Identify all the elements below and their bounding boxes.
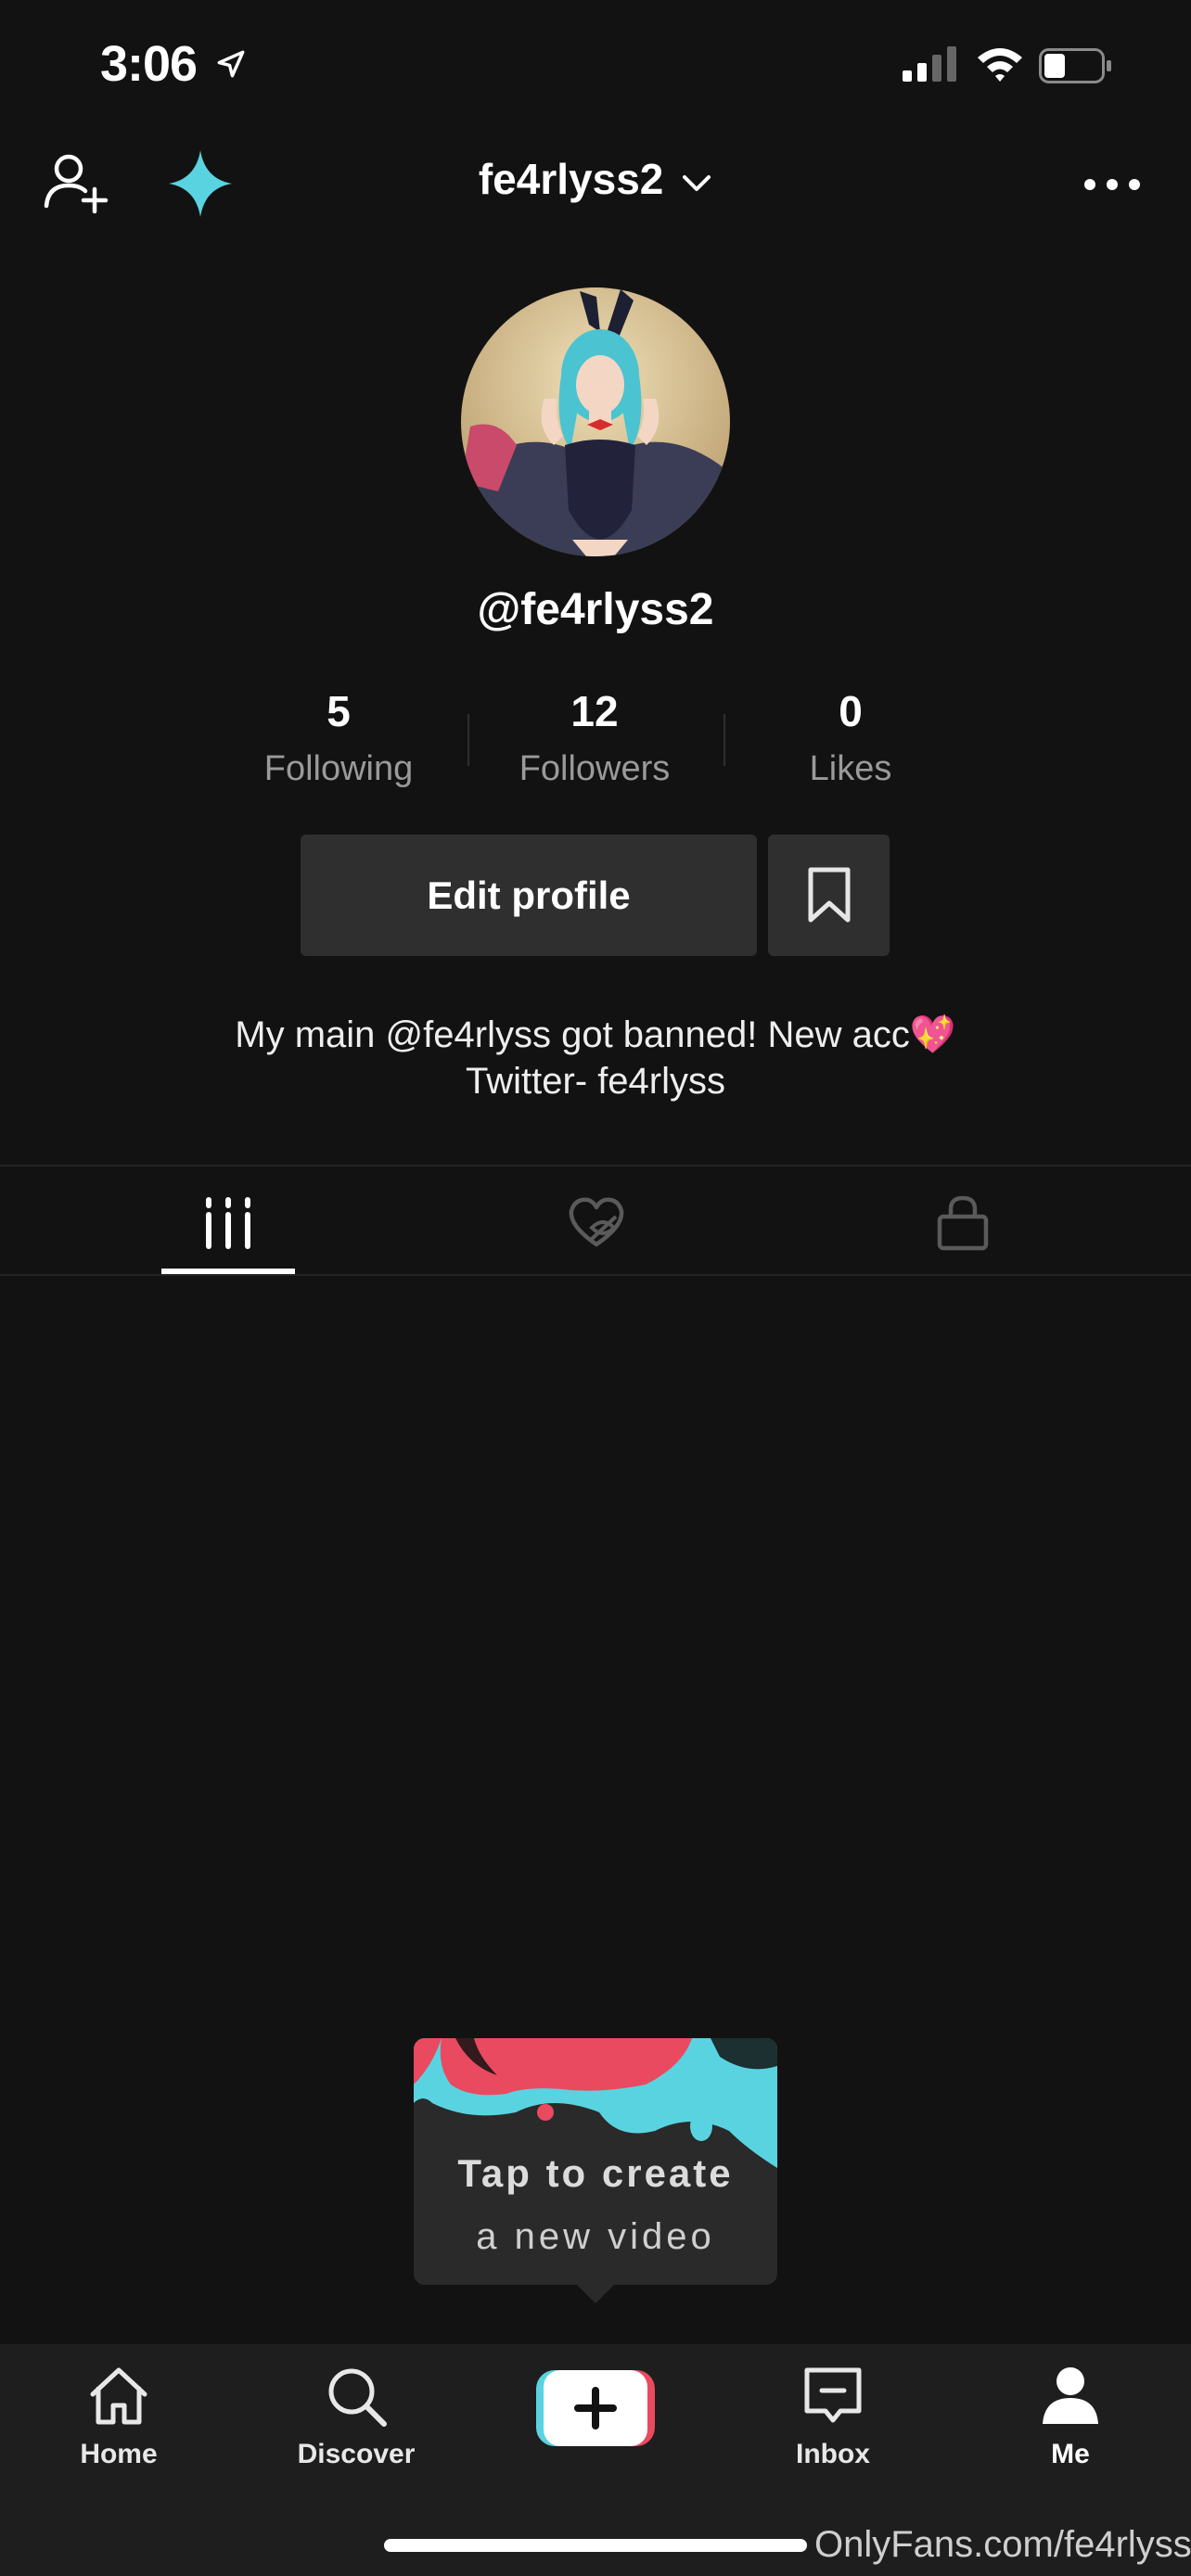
inbox-icon <box>804 2367 862 2423</box>
account-switcher[interactable]: fe4rlyss2 <box>0 154 1191 204</box>
bookmark-icon <box>808 867 850 922</box>
watermark-text: OnlyFans.com/fe4rlyss <box>814 2524 1191 2565</box>
nav-discover-label: Discover <box>297 2439 416 2469</box>
following-label: Following <box>263 749 414 788</box>
favorites-button[interactable] <box>768 835 890 956</box>
tooltip-arrow <box>575 2283 616 2303</box>
liked-hidden-icon[interactable] <box>564 1191 629 1256</box>
header-username: fe4rlyss2 <box>478 155 664 203</box>
stat-following[interactable]: 5 Following <box>227 686 450 789</box>
battery-icon <box>1039 48 1111 83</box>
home-icon <box>90 2367 147 2425</box>
nav-home[interactable]: Home <box>26 2363 211 2470</box>
cellular-signal-icon <box>903 46 956 82</box>
stat-divider <box>467 714 469 766</box>
tooltip-splash-graphic <box>414 2038 777 2168</box>
nav-discover[interactable]: Discover <box>263 2363 449 2470</box>
stat-likes[interactable]: 0 Likes <box>739 686 962 789</box>
videos-grid-icon[interactable] <box>196 1191 261 1256</box>
nav-me-label: Me <box>1051 2439 1090 2469</box>
profile-handle: @fe4rlyss2 <box>477 585 714 634</box>
bio-line: Twitter- fe4rlyss <box>465 1061 726 1102</box>
wifi-icon <box>978 48 1022 82</box>
likes-label: Likes <box>809 749 892 788</box>
nav-home-label: Home <box>80 2439 158 2469</box>
avatar[interactable] <box>461 287 730 556</box>
stat-followers[interactable]: 12 Followers <box>483 686 706 789</box>
edit-profile-button[interactable]: Edit profile <box>301 835 757 956</box>
nav-inbox[interactable]: Inbox <box>740 2363 926 2470</box>
divider <box>0 1274 1191 1276</box>
home-indicator[interactable] <box>384 2539 807 2552</box>
followers-label: Followers <box>519 749 671 788</box>
likes-count: 0 <box>839 687 863 735</box>
search-icon <box>328 2368 387 2427</box>
divider <box>0 1165 1191 1167</box>
nav-inbox-label: Inbox <box>796 2439 870 2469</box>
profile-icon <box>1043 2367 1098 2424</box>
more-options-icon[interactable] <box>1082 171 1143 198</box>
tooltip-subtitle: a new video <box>476 2216 715 2257</box>
lock-icon[interactable] <box>930 1191 995 1256</box>
create-video-button[interactable] <box>536 2370 655 2446</box>
followers-count: 12 <box>570 687 619 735</box>
nav-me[interactable]: Me <box>978 2363 1163 2470</box>
bio-line: My main @fe4rlyss got banned! New acc💖 <box>235 1014 956 1055</box>
stat-divider <box>724 714 725 766</box>
status-time: 3:06 <box>100 36 198 92</box>
location-arrow-icon <box>217 50 245 78</box>
chevron-down-icon <box>683 174 711 191</box>
following-count: 5 <box>327 687 351 735</box>
tooltip-title: Tap to create <box>457 2151 734 2195</box>
